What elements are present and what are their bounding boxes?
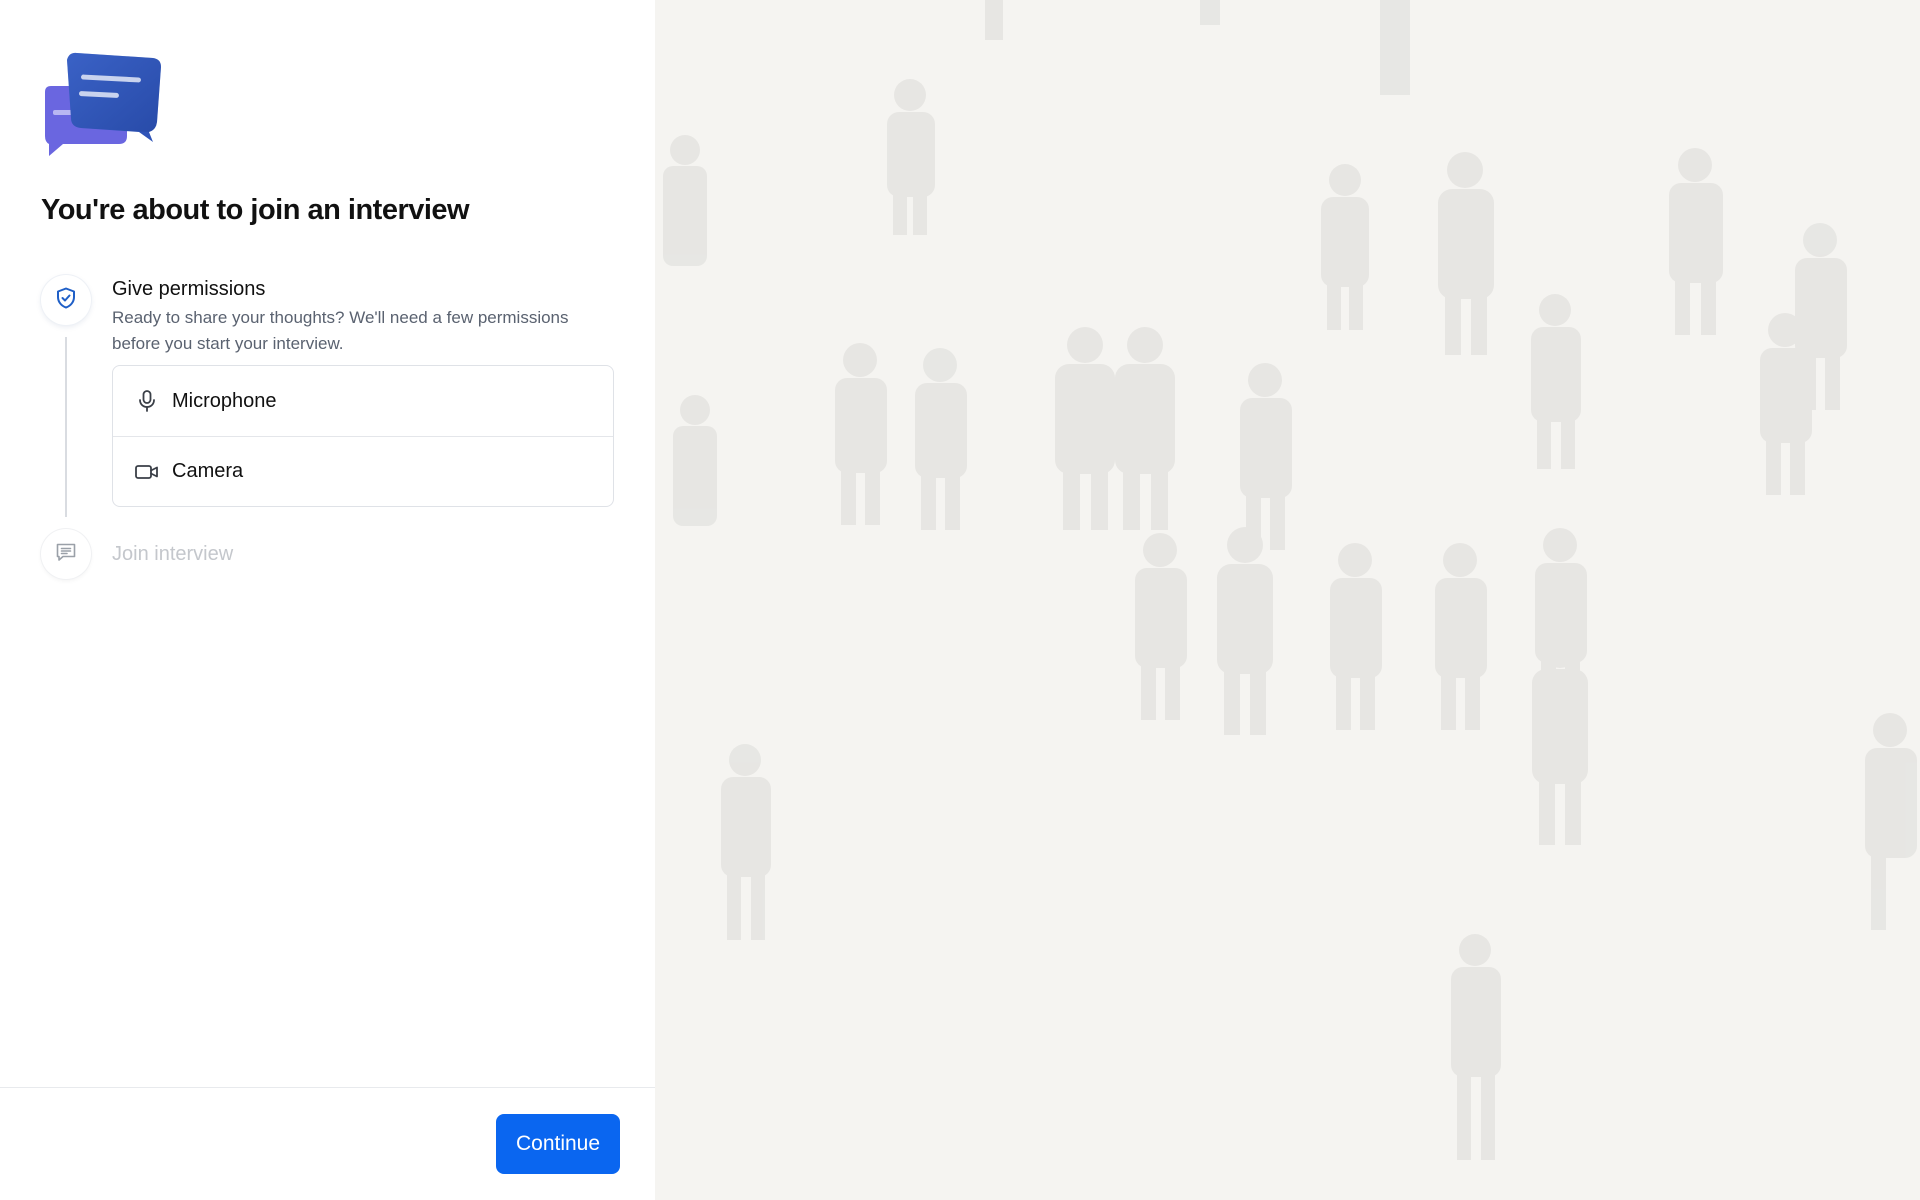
chat-bubbles-logo [41,52,163,156]
page-title: You're about to join an interview [41,194,470,226]
step-join-title: Join interview [112,543,234,565]
permission-label: Microphone [172,389,277,412]
step-connector-line [65,337,67,517]
shield-check-icon [54,286,78,315]
background-illustration-panel [655,0,1920,1200]
message-square-icon [54,540,78,569]
crowd-silhouettes-illustration [663,0,1917,1160]
permissions-list: Microphone Camera [112,365,614,507]
permission-microphone[interactable]: Microphone [113,366,613,436]
footer-divider [0,1087,655,1088]
continue-button[interactable]: Continue [496,1114,620,1174]
step-permissions-indicator [41,275,91,325]
step-join-indicator [41,529,91,579]
microphone-icon [134,388,160,414]
step-permissions-title: Give permissions [112,278,266,300]
permission-label: Camera [172,460,244,482]
permission-camera[interactable]: Camera [113,436,613,506]
camera-icon [134,459,160,485]
step-permissions-description: Ready to share your thoughts? We'll need… [112,308,569,353]
interview-join-screen: You're about to join an interview Give p… [0,0,1920,1200]
left-panel: You're about to join an interview Give p… [0,0,655,1200]
